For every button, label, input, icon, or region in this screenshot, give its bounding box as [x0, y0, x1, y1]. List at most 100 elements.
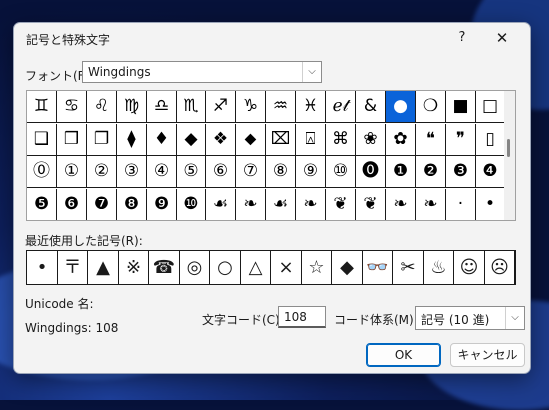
grid-scrollbar[interactable]	[504, 91, 515, 220]
symbol-cell[interactable]: ❞	[446, 124, 476, 156]
recent-symbol[interactable]: ☺	[454, 251, 485, 284]
symbol-cell[interactable]: ♑	[236, 91, 266, 123]
char-code-input[interactable]: 108	[278, 306, 326, 328]
symbol-cell[interactable]: ⑥	[206, 156, 236, 188]
recent-symbol[interactable]: •	[27, 251, 58, 284]
symbol-cell[interactable]: ❝	[416, 124, 446, 156]
cancel-button[interactable]: キャンセル	[450, 343, 525, 367]
character-code-text: Wingdings: 108	[25, 321, 119, 335]
font-select[interactable]: Wingdings ⌵	[82, 61, 322, 83]
recent-symbol[interactable]: △	[241, 251, 271, 284]
symbol-cell[interactable]: ♒	[266, 91, 296, 123]
symbol-cell[interactable]: ❿	[177, 189, 206, 220]
symbol-cell[interactable]: ♊	[27, 91, 57, 123]
symbol-cell[interactable]: ❦	[356, 189, 386, 220]
recent-symbol[interactable]: ○	[210, 251, 241, 284]
symbol-cell[interactable]: ❀	[356, 124, 386, 156]
symbol-cell[interactable]: ⌧	[266, 124, 296, 156]
recent-symbol[interactable]: ▲	[88, 251, 119, 284]
chevron-down-icon[interactable]: ⌵	[505, 307, 524, 329]
symbol-cell[interactable]: ⓪	[27, 156, 57, 188]
symbol-cell[interactable]: ⧫	[117, 124, 147, 156]
symbol-cell[interactable]: ☙	[266, 189, 296, 220]
symbol-cell[interactable]: ①	[57, 156, 87, 188]
recent-symbol[interactable]: ✂	[393, 251, 424, 284]
symbol-cell[interactable]: ♍	[117, 91, 147, 123]
code-system-select[interactable]: 記号 (10 進) ⌵	[415, 306, 525, 330]
symbol-cell[interactable]: ❧	[236, 189, 266, 220]
scrollbar-thumb[interactable]	[507, 139, 510, 157]
symbol-cell[interactable]: ♌	[87, 91, 117, 123]
symbol-cell[interactable]: ❽	[117, 189, 147, 220]
recent-symbol[interactable]: ※	[119, 251, 149, 284]
symbol-cell[interactable]: ❼	[87, 189, 117, 220]
recent-symbol[interactable]: ×	[271, 251, 302, 284]
recent-symbol[interactable]: ☆	[302, 251, 332, 284]
symbol-cell[interactable]: ❧	[386, 189, 416, 220]
symbol-cell[interactable]: ⌘	[326, 124, 356, 156]
symbol-cell[interactable]: ♋	[57, 91, 87, 123]
symbol-cell[interactable]: ℯ𝓉	[326, 91, 356, 123]
symbol-cell[interactable]: ❻	[57, 189, 87, 220]
symbol-cell[interactable]: ④	[147, 156, 177, 188]
symbol-cell[interactable]: ⍓	[296, 124, 326, 156]
symbol-cell[interactable]: ❷	[416, 156, 446, 188]
symbol-cell[interactable]: ♐	[206, 91, 236, 123]
symbol-cell[interactable]: ⑨	[296, 156, 326, 188]
symbol-cell[interactable]: ◆	[177, 124, 206, 156]
symbol-cell[interactable]: ✿	[386, 124, 416, 156]
recent-symbol[interactable]: ☎	[149, 251, 180, 284]
font-select-value: Wingdings	[88, 65, 151, 79]
symbol-cell[interactable]: ③	[117, 156, 147, 188]
recent-symbol[interactable]: ♨	[424, 251, 454, 284]
symbol-cell[interactable]: ●	[386, 91, 416, 123]
symbol-cell[interactable]: ❺	[27, 189, 57, 220]
symbol-cell[interactable]: ·	[446, 189, 476, 220]
symbol-cell[interactable]: ❐	[87, 124, 117, 156]
symbol-cell[interactable]: ❧	[296, 189, 326, 220]
recent-symbol[interactable]: ◎	[180, 251, 210, 284]
symbol-cell[interactable]: ❧	[416, 189, 446, 220]
symbol-cell[interactable]: ②	[87, 156, 117, 188]
symbol-cell[interactable]: ⑩	[326, 156, 356, 188]
unicode-name-label: Unicode 名:	[25, 297, 94, 311]
dialog-title: 記号と特殊文字	[26, 33, 111, 47]
symbol-cell[interactable]: •	[476, 189, 505, 220]
recent-symbol[interactable]: 👓	[363, 251, 393, 284]
symbol-cell[interactable]: &	[356, 91, 386, 123]
symbol-cell[interactable]: ♎	[147, 91, 177, 123]
help-button[interactable]: ?	[450, 26, 474, 50]
symbol-cell[interactable]: ❑	[27, 124, 57, 156]
symbol-cell[interactable]: ⑦	[236, 156, 266, 188]
char-code-value: 108	[284, 310, 307, 324]
symbol-cell[interactable]: □	[476, 91, 505, 123]
recent-symbol[interactable]: ◆	[332, 251, 363, 284]
symbol-cell[interactable]: ❦	[326, 189, 356, 220]
symbol-cell[interactable]: ❒	[57, 124, 87, 156]
symbol-cell[interactable]: ♦	[147, 124, 177, 156]
close-button[interactable]: ✕	[488, 26, 516, 50]
recent-symbol[interactable]: 〒	[58, 251, 88, 284]
ok-button[interactable]: OK	[366, 343, 441, 367]
symbol-grid: ♊ ♋ ♌ ♍ ♎ ♏ ♐ ♑ ♒ ♓ ℯ𝓉 & ● ❍ ■ □ ❑ ❒ ❐ ⧫ ♦ ◆ ❖ ⬥ ⌧ ⍓ ⌘ ❀ ✿ ❝ ❞ ▯ ⓪ ① ② ③ ④ ⑤ ⑥…	[26, 90, 516, 221]
symbol-cell[interactable]: ❖	[206, 124, 236, 156]
symbol-cell[interactable]: ⬥	[236, 124, 266, 156]
symbol-cell[interactable]: ⑤	[177, 156, 206, 188]
symbol-cell[interactable]: ⓿	[356, 156, 386, 188]
symbol-cell[interactable]: ❸	[446, 156, 476, 188]
symbol-cell[interactable]: ❾	[147, 189, 177, 220]
recent-symbol[interactable]: ☹	[485, 251, 515, 284]
code-system-label: コード体系(M):	[334, 313, 418, 327]
symbol-cell[interactable]: ♓	[296, 91, 326, 123]
recent-symbols-label: 最近使用した記号(R):	[25, 234, 143, 248]
symbol-cell[interactable]: ☙	[206, 189, 236, 220]
symbol-cell[interactable]: ▯	[476, 124, 505, 156]
chevron-down-icon[interactable]: ⌵	[302, 62, 321, 82]
symbol-dialog: 記号と特殊文字 ? ✕ フォント(F): Wingdings ⌵ ♊ ♋ ♌ ♍ ♎ ♏ ♐…	[13, 22, 531, 374]
symbol-cell[interactable]: ⑧	[266, 156, 296, 188]
symbol-cell[interactable]: ❹	[476, 156, 505, 188]
symbol-cell[interactable]: ❍	[416, 91, 446, 123]
symbol-cell[interactable]: ■	[446, 91, 476, 123]
symbol-cell[interactable]: ❶	[386, 156, 416, 188]
symbol-cell[interactable]: ♏	[177, 91, 206, 123]
